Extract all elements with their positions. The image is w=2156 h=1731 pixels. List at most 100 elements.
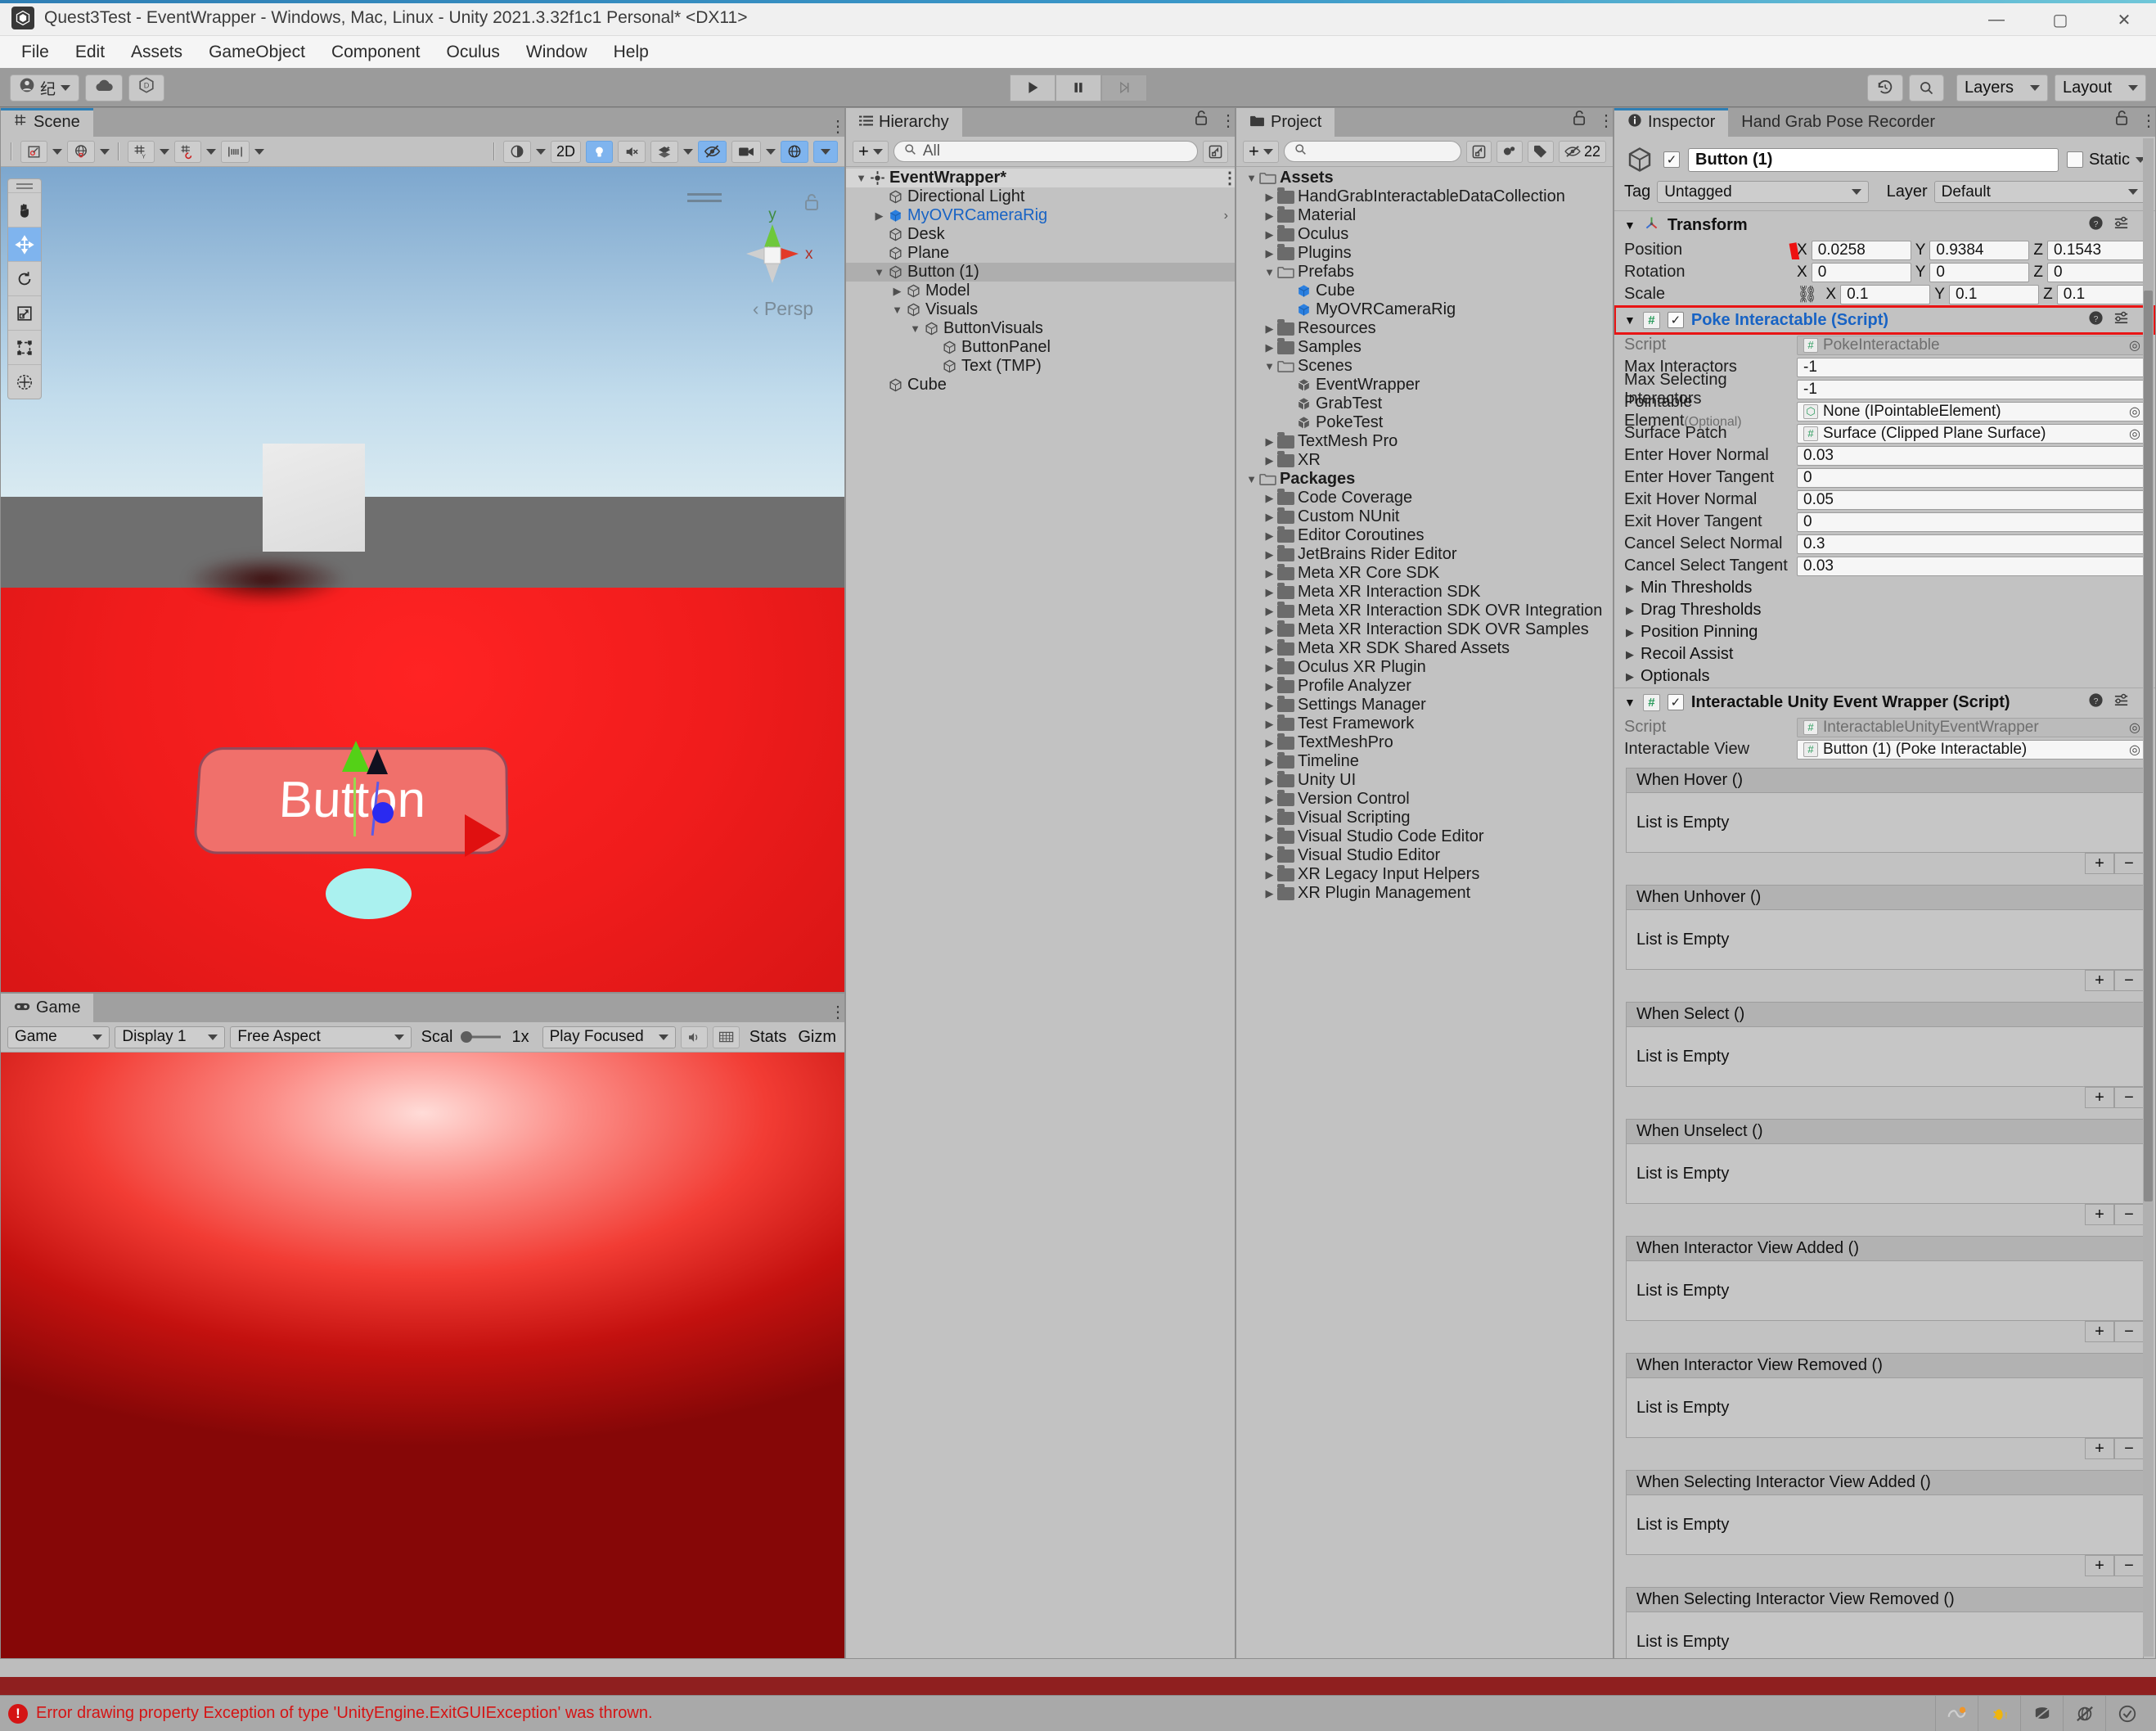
poke-foldout-recoil-assist[interactable]: ▶ Recoil Assist [1614,643,2155,665]
menu-help[interactable]: Help [601,39,662,65]
preview-pack-icon[interactable] [2063,1695,2105,1731]
chevron-right-icon[interactable]: ▶ [1626,582,1634,595]
transform-tool-button[interactable] [8,364,41,399]
project-filter-label-button[interactable] [1527,140,1554,163]
remove-listener-button[interactable]: − [2114,1321,2144,1342]
chevron-down-icon[interactable] [535,148,546,155]
inspector-scrollbar[interactable] [2143,138,2154,1657]
twisty-icon[interactable]: ▶ [1263,511,1276,524]
project-item-row[interactable]: ▶ TextMeshPro [1236,733,1613,752]
hierarchy-add-button[interactable]: + [853,140,889,163]
remove-listener-button[interactable]: − [2114,1438,2144,1459]
z-axis-knob[interactable] [371,802,394,824]
scale-slider[interactable] [458,1030,507,1044]
scale-tool-button[interactable] [8,295,41,330]
project-item-row[interactable]: ▶ TextMesh Pro [1236,431,1613,451]
remove-listener-button[interactable]: − [2114,1087,2144,1108]
pause-button[interactable] [1055,74,1101,101]
z-axis-cone-icon[interactable] [367,748,389,774]
hierarchy-item-row[interactable]: ButtonPanel [846,338,1235,357]
poke-foldout-min-thresholds[interactable]: ▶ Min Thresholds [1614,577,2155,599]
poke-foldout-drag-thresholds[interactable]: ▶ Drag Thresholds [1614,599,2155,621]
scrollbar-thumb[interactable] [2144,290,2153,1201]
bug-icon[interactable]: ! [1978,1695,2020,1731]
project-add-button[interactable]: + [1243,140,1279,163]
object-picker-icon[interactable]: ◎ [2129,403,2140,420]
chevron-down-icon[interactable] [100,148,110,155]
unity-event-body[interactable]: List is Empty [1627,1144,2143,1203]
twisty-icon[interactable]: ▶ [1263,680,1276,693]
chevron-right-icon[interactable]: ▶ [1626,648,1634,661]
palette-grip[interactable] [8,179,41,192]
twisty-icon[interactable]: ▼ [1263,266,1276,278]
field-x[interactable]: 0.1 [1840,284,1931,304]
project-search-input[interactable] [1283,141,1461,162]
unity-event-body[interactable]: List is Empty [1627,1027,2143,1086]
twisty-icon[interactable]: ▼ [1245,473,1258,485]
event-wrapper-header[interactable]: ▼ # ✓ Interactable Unity Event Wrapper (… [1614,688,2155,716]
add-listener-button[interactable]: + [2085,1087,2114,1108]
camera-toggle-button[interactable] [731,140,761,163]
rect-tool-button[interactable] [8,330,41,364]
hierarchy-item-row[interactable]: Desk [846,225,1235,244]
unity-event-body[interactable]: List is Empty [1627,910,2143,969]
twisty-icon[interactable]: ▶ [1263,718,1276,731]
field-x[interactable]: 0 [1811,262,1911,282]
hierarchy-item-row[interactable]: Cube [846,376,1235,394]
static-toggle[interactable]: Static [2066,151,2145,169]
wrapper-foldout-icon[interactable]: ▼ [1624,696,1636,709]
game-viewport[interactable] [1,1053,844,1658]
twisty-icon[interactable]: ▶ [1263,586,1276,599]
scene-kebab-icon[interactable]: ⋮ [830,119,846,135]
play-button[interactable] [1009,74,1055,101]
poke-foldout-optionals[interactable]: ▶ Optionals [1614,665,2155,687]
chevron-down-icon[interactable] [160,148,169,155]
remove-listener-button[interactable]: − [2114,1204,2144,1225]
field-x[interactable]: 0.0258 [1811,240,1911,260]
row-kebab-icon[interactable]: ⋮ [1222,170,1235,187]
twisty-icon[interactable]: ▶ [1263,755,1276,769]
gizmos-dropdown[interactable] [813,140,838,163]
global-local-button[interactable] [67,140,95,163]
transform-header[interactable]: ▼ Transform ? [1614,211,2155,239]
display-dropdown[interactable]: Display 1 [115,1026,226,1048]
twisty-icon[interactable]: ▶ [1263,322,1276,336]
gameobject-name-input[interactable]: Button (1) [1688,147,2059,172]
layers-dropdown[interactable]: Layers [1956,74,2048,101]
project-item-row[interactable]: ▶ Meta XR Core SDK [1236,563,1613,583]
twisty-icon[interactable]: ▶ [1263,850,1276,863]
preset-icon[interactable] [2113,692,2129,713]
object-picker-icon[interactable]: ◎ [2129,426,2140,442]
hierarchy-save-search-button[interactable] [1203,140,1228,163]
poke-prop-field[interactable]: 0 [1797,467,2147,488]
tab-inspector[interactable]: Inspector [1614,108,1729,137]
project-item-row[interactable]: ▶ Settings Manager [1236,695,1613,714]
project-item-row[interactable]: Cube [1236,282,1613,300]
project-save-search-button[interactable] [1465,140,1492,163]
add-listener-button[interactable]: + [2085,970,2114,991]
project-item-row[interactable]: ▶ Editor Coroutines [1236,525,1613,545]
twisty-icon[interactable]: ▶ [1263,774,1276,787]
poke-interactable-header[interactable]: ▼ # ✓ Poke Interactable (Script) ? [1614,305,2155,335]
poke-prop-field[interactable]: 0.03 [1797,445,2147,466]
hierarchy-item-row[interactable]: ▶ Model [846,282,1235,300]
unity-event-body[interactable]: List is Empty [1627,1495,2143,1554]
project-kebab-icon[interactable]: ⋮ [1598,113,1614,129]
help-icon[interactable]: ? [2088,310,2104,331]
project-item-row[interactable]: GrabTest [1236,394,1613,413]
menu-window[interactable]: Window [513,39,601,65]
project-item-row[interactable]: ▶ HandGrabInteractableDataCollection [1236,187,1613,206]
play-mode-dropdown[interactable]: Play Focused [542,1026,677,1048]
project-item-row[interactable]: ▶ Meta XR Interaction SDK OVR Samples [1236,620,1613,639]
twisty-icon[interactable]: ▶ [1263,793,1276,806]
chevron-right-icon[interactable]: ▶ [1626,626,1634,639]
status-error-text[interactable]: Error drawing property Exception of type… [36,1704,653,1723]
project-item-row[interactable]: ▶ Meta XR Interaction SDK OVR Integration [1236,601,1613,620]
field-y[interactable]: 0.9384 [1929,240,2030,260]
remove-listener-button[interactable]: − [2114,970,2144,991]
remove-listener-button[interactable]: − [2114,1555,2144,1576]
project-item-row[interactable]: ▶ XR Legacy Input Helpers [1236,864,1613,884]
poke-enabled-checkbox[interactable]: ✓ [1667,312,1684,328]
poke-prop-field[interactable]: # Surface (Clipped Plane Surface) ◎ [1797,423,2147,444]
twisty-icon[interactable]: ▼ [854,172,868,184]
